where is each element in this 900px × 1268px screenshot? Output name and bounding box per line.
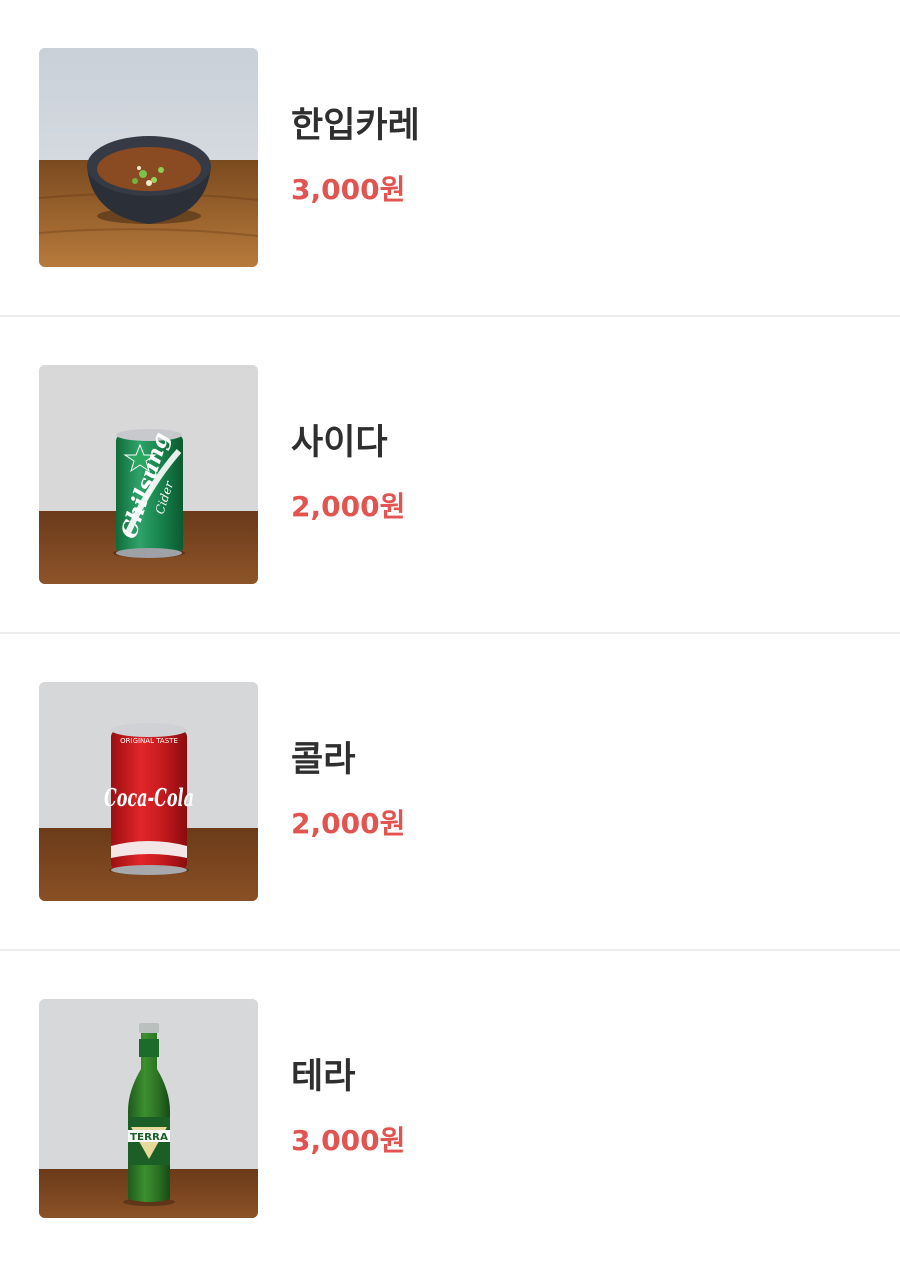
- coca-cola-can-photo: ORIGINAL TASTE Coca-Cola: [39, 682, 258, 901]
- cola-top-text: ORIGINAL TASTE: [120, 737, 178, 745]
- menu-list: 한입카레 3,000원 Chilsung Cider 사이다 2,000원 OR…: [0, 0, 900, 1268]
- menu-item-name: 사이다: [291, 423, 388, 463]
- cola-brand-text: Coca-Cola: [104, 783, 194, 812]
- menu-item-price: 2,000원: [291, 807, 406, 840]
- menu-item-price: 3,000원: [291, 173, 406, 206]
- menu-item-name: 테라: [291, 1057, 356, 1097]
- beer-brand-text: TERRA: [130, 1132, 168, 1143]
- menu-item-name: 한입카레: [291, 106, 420, 146]
- chilsung-cider-can-photo: Chilsung Cider: [39, 365, 258, 584]
- menu-item-price: 2,000원: [291, 490, 406, 523]
- curry-bowl-photo: [39, 48, 258, 267]
- menu-item-curry[interactable]: 한입카레 3,000원: [0, 0, 900, 317]
- menu-item-name: 콜라: [291, 740, 356, 780]
- terra-beer-bottle-photo: TERRA: [39, 999, 258, 1218]
- menu-item-cider[interactable]: Chilsung Cider 사이다 2,000원: [0, 317, 900, 634]
- menu-item-price: 3,000원: [291, 1124, 406, 1157]
- menu-item-terra[interactable]: TERRA 테라 3,000원: [0, 951, 900, 1268]
- menu-item-cola[interactable]: ORIGINAL TASTE Coca-Cola 콜라 2,000원: [0, 634, 900, 951]
